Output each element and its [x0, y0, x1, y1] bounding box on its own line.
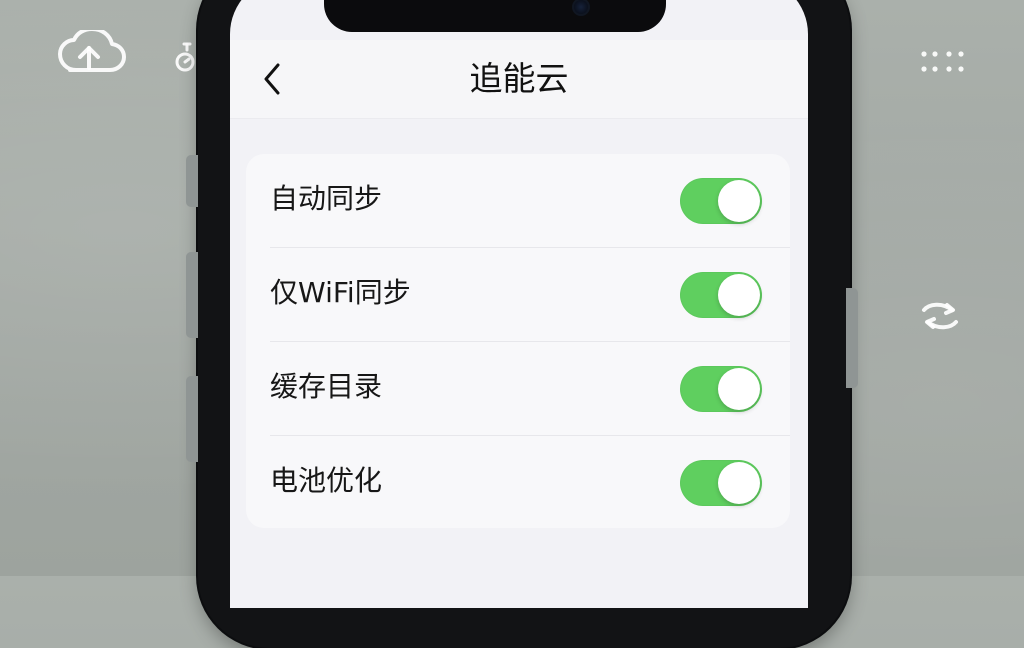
toggle-knob [718, 274, 760, 316]
setting-label: 电池优化 [270, 464, 383, 497]
setting-row-wifi-only-sync[interactable]: 仅WiFi同步 [246, 248, 790, 342]
setting-label: 仅WiFi同步 [270, 276, 411, 309]
volume-down-button [186, 376, 198, 462]
setting-row-cache-directory[interactable]: 缓存目录 [246, 342, 790, 436]
toggle-knob [718, 180, 760, 222]
settings-card: 自动同步 仅WiFi同步 缓存目录 电池优化 [246, 154, 790, 528]
setting-row-battery-optimization[interactable]: 电池优化 [246, 436, 790, 530]
nav-bar: 追能云 [230, 40, 808, 119]
notch [324, 0, 666, 32]
toggle-switch[interactable] [680, 460, 762, 506]
toggle-switch[interactable] [680, 178, 762, 224]
cloud-upload-icon [52, 27, 126, 78]
refresh-icon [916, 300, 964, 332]
page-title: 追能云 [469, 59, 569, 98]
mute-switch [186, 155, 198, 207]
toggle-knob [718, 462, 760, 504]
phone-screen: 追能云 自动同步 仅WiFi同步 缓存目录 电池优化 [230, 0, 808, 608]
toggle-switch[interactable] [680, 366, 762, 412]
timer-icon [174, 40, 196, 74]
toggle-switch[interactable] [680, 272, 762, 318]
power-button [846, 288, 858, 388]
dots-grid-icon [918, 48, 968, 76]
toggle-knob [718, 368, 760, 410]
setting-label: 缓存目录 [270, 370, 383, 403]
setting-label: 自动同步 [270, 182, 383, 215]
volume-up-button [186, 252, 198, 338]
setting-row-auto-sync[interactable]: 自动同步 [246, 154, 790, 248]
